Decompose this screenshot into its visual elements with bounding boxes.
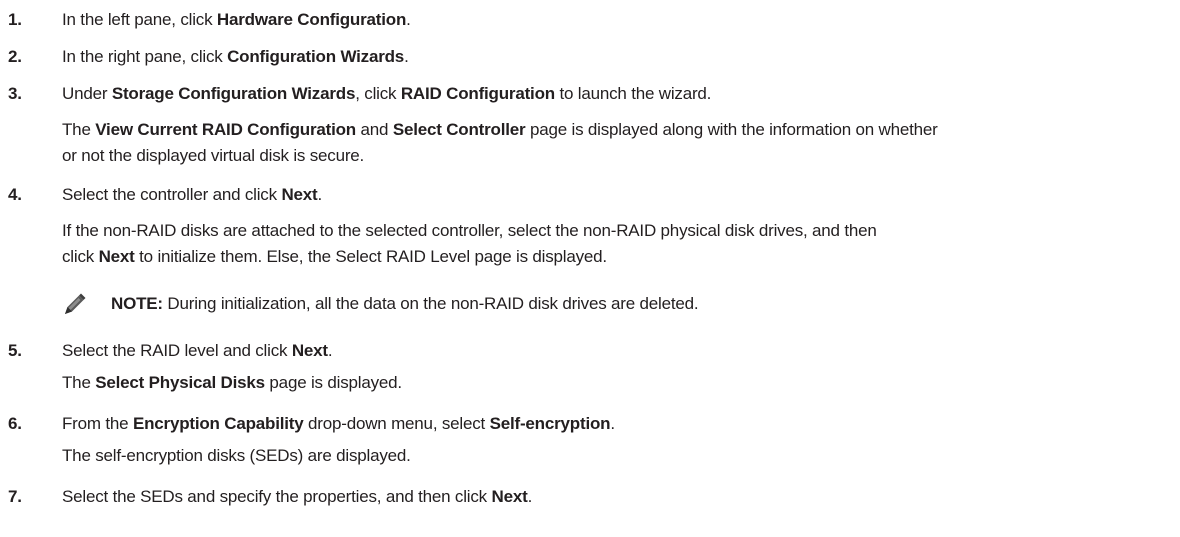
ui-reference: Storage Configuration Wizards — [111, 84, 356, 103]
note-text: NOTE: During initialization, all the dat… — [111, 294, 699, 313]
ui-reference: RAID Configuration — [400, 84, 555, 103]
pencil-note-icon — [64, 293, 86, 315]
step-number: 4. — [8, 185, 22, 204]
step-text: Under Storage Configuration Wizards, cli… — [62, 84, 712, 103]
step-number: 2. — [8, 47, 22, 66]
ui-reference: View Current RAID Configuration — [95, 120, 356, 139]
step-text: From the Encryption Capability drop-down… — [62, 414, 615, 433]
step-text: Select the RAID level and click Next. — [62, 341, 333, 360]
step-number: 6. — [8, 414, 22, 433]
step-5-result: The Select Physical Disks page is displa… — [62, 373, 402, 392]
step-text: Select the SEDs and specify the properti… — [62, 487, 533, 506]
step-4-result: If the non-RAID disks are attached to th… — [62, 221, 877, 266]
step-text: Select the controller and click Next. — [62, 185, 323, 204]
step-number: 1. — [8, 10, 22, 29]
ui-reference: Next — [281, 185, 318, 204]
ui-reference: Next — [98, 247, 135, 266]
step-number: 3. — [8, 84, 22, 103]
step-number: 7. — [8, 487, 22, 506]
ui-reference: Next — [491, 487, 528, 506]
ui-reference: Next — [291, 341, 328, 360]
ui-reference: Hardware Configuration — [216, 10, 407, 29]
note-label: NOTE: — [111, 294, 163, 313]
ui-reference: Self-encryption — [489, 414, 611, 433]
step-6-result: The self-encryption disks (SEDs) are dis… — [62, 446, 411, 465]
ui-reference: Select Controller — [392, 120, 526, 139]
step-text: In the right pane, click Configuration W… — [62, 47, 409, 66]
step-3-result: The View Current RAID Configuration and … — [62, 120, 938, 165]
step-number: 5. — [8, 341, 22, 360]
ui-reference: Select Physical Disks — [95, 373, 265, 392]
step-text: In the left pane, click Hardware Configu… — [62, 10, 411, 29]
ui-reference: Configuration Wizards — [227, 47, 405, 66]
ui-reference: Encryption Capability — [132, 414, 304, 433]
